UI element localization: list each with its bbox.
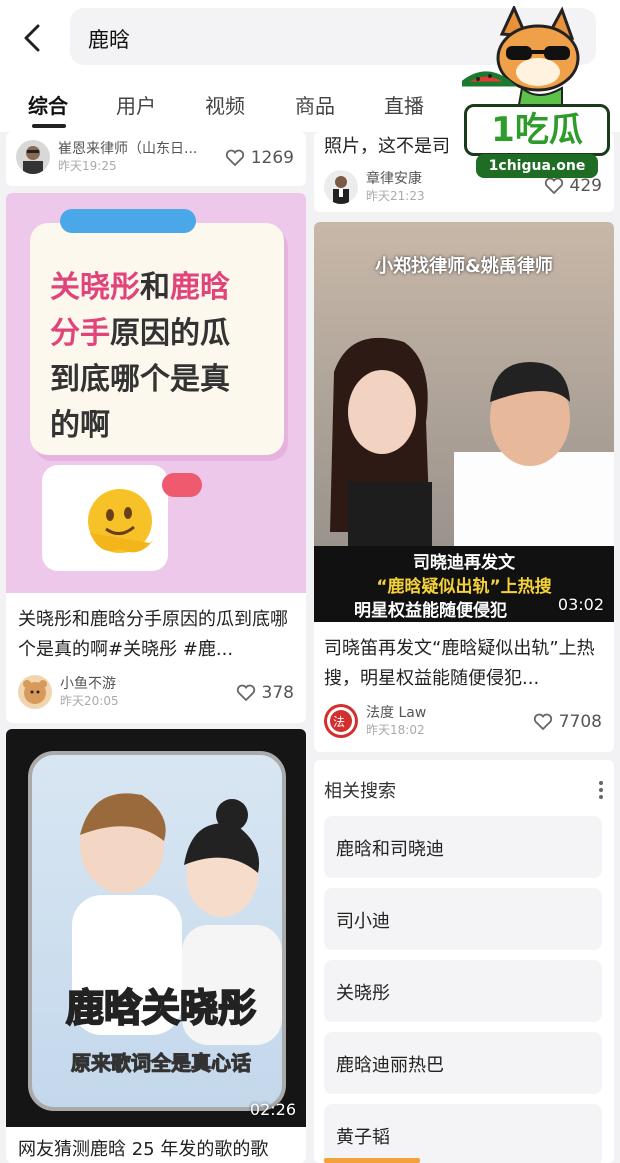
related-item-label: 司小迪	[336, 911, 390, 932]
avatar	[16, 140, 50, 174]
post-time: 昨天21:23	[366, 189, 425, 203]
post-author: 法 法度 Law 昨天18:02	[324, 704, 426, 738]
left-top-author: 崔恩来律师（山东日... 昨天19:25	[16, 140, 197, 174]
cover-sub-text: 原来歌词全是真心话	[71, 1051, 252, 1076]
video-duration: 03:02	[557, 595, 604, 614]
more-options-icon[interactable]	[598, 780, 604, 800]
author-name: 小鱼不游	[60, 676, 116, 692]
avatar	[18, 675, 52, 709]
right-post-card-1[interactable]: 小郑找律师&姚禹律师 司晓迪再发文 “鹿晗疑似出轨”上热搜 明星权益能随便侵犯 …	[314, 222, 614, 752]
tab-live[interactable]: 直播	[384, 90, 424, 119]
avatar	[324, 170, 358, 204]
cover-text-pink: 分手	[50, 316, 110, 351]
left-top-card[interactable]: 崔恩来律师（山东日... 昨天19:25 1269	[6, 132, 306, 186]
left-post-card-1[interactable]: 关晓彤和鹿晗 分手原因的瓜 到底哪个是真 的啊 关晓彤和鹿晗分手原因的瓜到底哪个…	[6, 193, 306, 723]
tab-comprehensive[interactable]: 综合	[28, 90, 68, 119]
cover-text: 原因的瓜	[110, 316, 230, 351]
svg-text:法: 法	[333, 715, 345, 729]
tab-users[interactable]: 用户	[116, 90, 156, 119]
watermark-domain-text: 1chigua.one	[488, 158, 586, 174]
heart-icon	[225, 149, 244, 167]
cover-text-pink: 鹿晗	[170, 270, 230, 305]
active-tab-indicator	[32, 124, 66, 128]
post-cover: 关晓彤和鹿晗 分手原因的瓜 到底哪个是真 的啊	[6, 193, 306, 593]
cover-top-text: 小郑找律师&姚禹律师	[375, 256, 553, 277]
watermark-domain: 1chigua.one	[476, 154, 598, 178]
cover-caption-1: 司晓迪再发文	[413, 553, 515, 573]
post-title: 司晓笛再发文“鹿晗疑似出轨”上热搜，明星权益能随便侵犯...	[324, 638, 595, 689]
related-item[interactable]: 黄子韬	[324, 1104, 602, 1163]
author-name: 章律安康	[366, 171, 422, 187]
watermark-brand: 1吃瓜	[464, 104, 610, 156]
lawyers-photo-icon	[330, 337, 614, 552]
heart-icon	[533, 713, 552, 731]
cover-caption-2: “鹿晗疑似出轨”上热搜	[376, 577, 552, 597]
related-item-label: 鹿晗和司晓迪	[336, 839, 444, 860]
like-button[interactable]: 378	[236, 683, 294, 703]
author-name: 法度 Law	[366, 705, 427, 721]
search-query: 鹿晗	[88, 28, 130, 52]
post-time: 昨天18:02	[366, 723, 425, 737]
watermark-logo: 1吃瓜 1chigua.one	[455, 4, 612, 184]
like-button[interactable]: 1269	[225, 148, 294, 168]
related-item-label: 黄子韬	[336, 1127, 390, 1148]
cover-text: 的啊	[50, 408, 110, 443]
post-author: 小鱼不游 昨天20:05	[18, 675, 119, 709]
cover-text-pink: 关晓彤	[50, 270, 140, 305]
related-item[interactable]: 关晓彤	[324, 960, 602, 1022]
video-cover: 鹿晗关晓彤 原来歌词全是真心话 02:26	[6, 729, 306, 1127]
tab-videos[interactable]: 视频	[205, 90, 245, 119]
left-post-card-2[interactable]: 鹿晗关晓彤 原来歌词全是真心话 02:26 网友猜测鹿晗 25 年发的歌的歌	[6, 729, 306, 1163]
post-title: 网友猜测鹿晗 25 年发的歌的歌	[18, 1139, 269, 1160]
cover-bubble: 关晓彤和鹿晗 分手原因的瓜 到底哪个是真 的啊	[30, 223, 284, 455]
cover-frame: 鹿晗关晓彤 原来歌词全是真心话	[28, 751, 286, 1111]
related-item[interactable]: 鹿晗迪丽热巴	[324, 1032, 602, 1094]
cover-big-text: 鹿晗关晓彤	[65, 985, 257, 1031]
post-title: 关晓彤和鹿晗分手原因的瓜到底哪个是真的啊#关晓彤 #鹿...	[18, 609, 288, 660]
like-count: 7708	[558, 712, 602, 732]
chevron-left-icon	[24, 24, 40, 52]
post-time: 昨天20:05	[60, 694, 119, 708]
cover-reaction-bar	[60, 209, 196, 233]
like-button[interactable]: 7708	[533, 712, 602, 732]
cover-caption-3: 明星权益能随便侵犯	[354, 601, 507, 621]
accent-bar	[324, 1158, 420, 1163]
cover-headline: 关晓彤和鹿晗 分手原因的瓜 到底哪个是真 的啊	[50, 265, 230, 449]
like-count: 378	[261, 683, 294, 703]
cover-dots-bubble	[162, 473, 202, 497]
related-searches: 相关搜索 鹿晗和司晓迪 司小迪 关晓彤 鹿晗迪丽热巴 黄子韬	[314, 760, 614, 1163]
related-item-label: 鹿晗迪丽热巴	[336, 1055, 444, 1076]
video-cover: 小郑找律师&姚禹律师 司晓迪再发文 “鹿晗疑似出轨”上热搜 明星权益能随便侵犯 …	[314, 222, 614, 622]
back-button[interactable]	[18, 20, 48, 56]
like-count: 1269	[250, 148, 294, 168]
related-heading: 相关搜索	[324, 781, 396, 802]
melting-emoji-icon	[88, 489, 154, 553]
heart-icon	[236, 684, 255, 702]
video-duration: 02:26	[249, 1100, 296, 1119]
avatar: 法	[324, 704, 358, 738]
post-time: 昨天19:25	[58, 159, 117, 173]
post-author: 章律安康 昨天21:23	[324, 170, 425, 204]
tab-products[interactable]: 商品	[295, 90, 335, 119]
related-item[interactable]: 司小迪	[324, 888, 602, 950]
cover-text: 和	[140, 270, 170, 305]
author-name: 崔恩来律师（山东日...	[58, 141, 198, 157]
related-item[interactable]: 鹿晗和司晓迪	[324, 816, 602, 878]
cover-text: 到底哪个是真	[50, 362, 230, 397]
related-item-label: 关晓彤	[336, 983, 390, 1004]
watermark-brand-text: 1吃瓜	[491, 110, 583, 150]
